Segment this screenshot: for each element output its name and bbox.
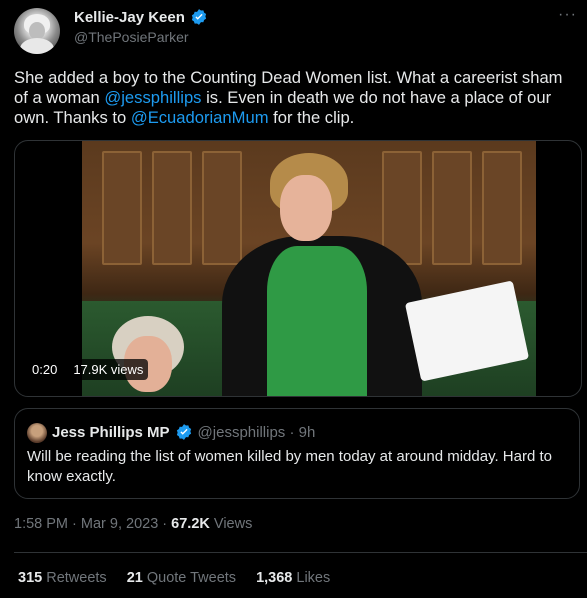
quoted-age: 9h [298, 423, 316, 441]
quoted-handle: @jessphillips · 9h [198, 424, 316, 441]
quoted-tweet[interactable]: Jess Phillips MP @jessphillips · 9h Will… [14, 408, 580, 499]
stat-count: 315 [18, 570, 43, 586]
author-name-row: Kellie-Jay Keen [74, 8, 208, 26]
video-frame[interactable] [82, 141, 536, 396]
speaker-green-top [267, 246, 367, 396]
more-options-icon[interactable]: ··· [558, 6, 577, 24]
tweet-header: Kellie-Jay Keen @ThePosieParker ··· [14, 6, 587, 54]
stat-count: 21 [126, 570, 143, 586]
retweets-stat[interactable]: 315 Retweets [18, 570, 107, 586]
wood-panel [152, 151, 192, 265]
tweet-time[interactable]: 1:58 PM [14, 516, 68, 532]
stat-count: 1,368 [256, 570, 293, 586]
mention-link[interactable]: @EcuadorianMum [131, 108, 269, 127]
author-avatar[interactable] [14, 8, 60, 54]
divider [14, 552, 587, 553]
quote-tweets-stat[interactable]: 21 Quote Tweets [127, 570, 236, 586]
tweet-text-part: for the clip. [268, 108, 355, 127]
wood-panel [482, 151, 522, 265]
tweet-date[interactable]: Mar 9, 2023 [81, 516, 158, 532]
stat-label: Quote Tweets [146, 570, 237, 586]
meta-separator: · [158, 516, 172, 532]
avatar-body [20, 38, 54, 54]
wood-panel [202, 151, 242, 265]
tweet-meta: 1:58 PM · Mar 9, 2023 · 67.2K Views [14, 516, 252, 532]
speaker-face [280, 175, 332, 241]
video-badges: 0:20 17.9K views [27, 359, 149, 380]
verified-badge-icon [191, 9, 207, 25]
quoted-separator: · [285, 423, 299, 441]
author-display-name[interactable]: Kellie-Jay Keen [74, 9, 185, 26]
tweet-text: She added a boy to the Counting Dead Wom… [14, 68, 580, 128]
video-views: 17.9K views [68, 359, 149, 380]
mention-link[interactable]: @jessphillips [104, 88, 201, 107]
quoted-text: Will be reading the list of women killed… [27, 448, 552, 485]
likes-stat[interactable]: 1,368 Likes [256, 570, 330, 586]
quoted-author-avatar[interactable] [27, 423, 47, 443]
quoted-handle-text: @jessphillips [197, 423, 286, 441]
views-label: Views [209, 516, 253, 532]
author-handle[interactable]: @ThePosieParker [74, 29, 189, 45]
stat-label: Retweets [46, 570, 107, 586]
wood-panel [432, 151, 472, 265]
wood-panel [102, 151, 142, 265]
verified-badge-icon [176, 424, 191, 440]
stat-label: Likes [296, 570, 331, 586]
views-count: 67.2K [171, 516, 210, 532]
video-player[interactable]: 0:20 17.9K views [14, 140, 582, 397]
quoted-display-name[interactable]: Jess Phillips MP [52, 424, 170, 441]
engagement-stats: 315 Retweets 21 Quote Tweets 1,368 Likes [18, 570, 330, 586]
video-duration: 0:20 [27, 359, 63, 380]
quoted-author-row: Jess Phillips MP @jessphillips · 9h [52, 423, 315, 441]
meta-separator: · [68, 516, 81, 532]
